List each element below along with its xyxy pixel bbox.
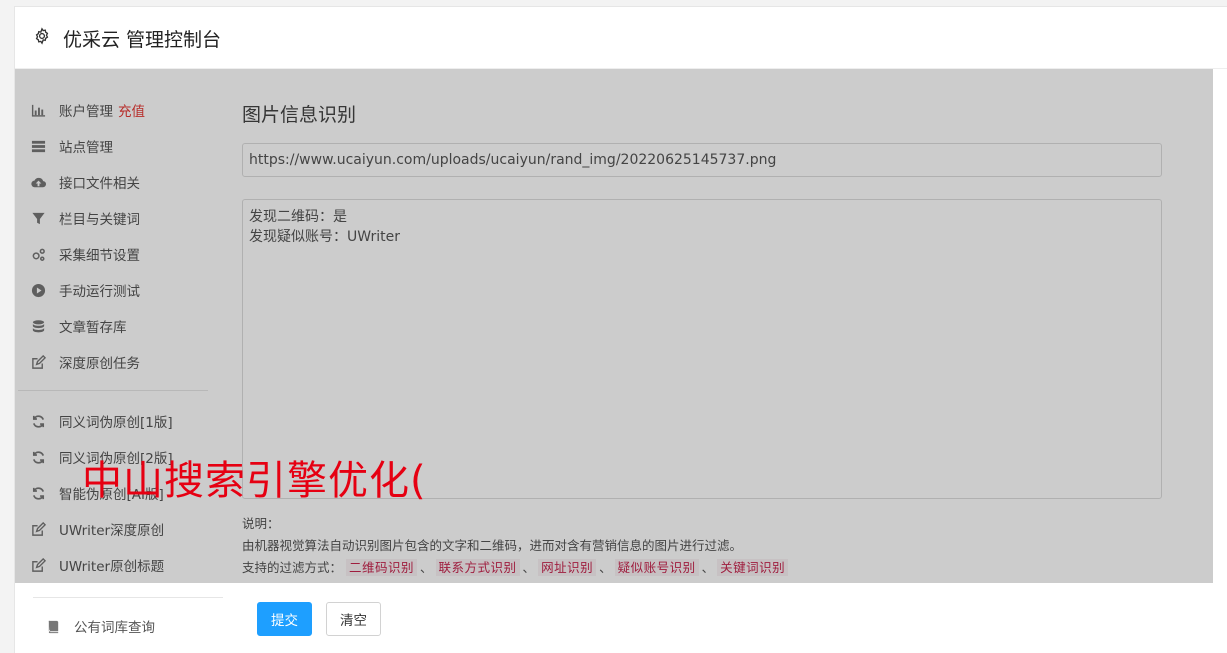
gear-icon: [35, 27, 49, 45]
header: 优采云 管理控制台: [15, 7, 1227, 69]
app-title: 优采云 管理控制台: [63, 29, 222, 51]
watermark-text: 中山搜索引擎优化(: [82, 458, 427, 504]
action-buttons: 提交 清空: [257, 602, 381, 636]
clear-button[interactable]: 清空: [326, 602, 381, 636]
sidebar-divider: [33, 597, 223, 598]
book-icon: [45, 618, 61, 634]
submit-button[interactable]: 提交: [257, 602, 312, 636]
sidebar-item-public-lexicon[interactable]: 公有词库查询: [33, 608, 155, 644]
sidebar-item-label: 公有词库查询: [74, 620, 155, 636]
